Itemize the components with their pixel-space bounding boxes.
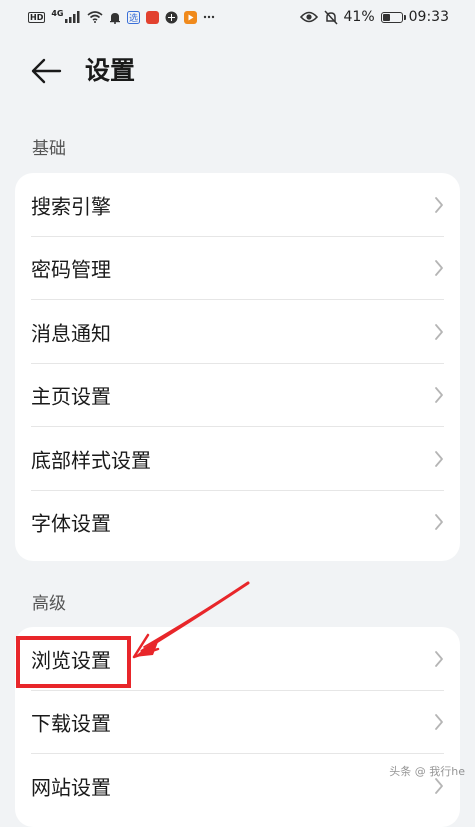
- network-type-label: 4G: [51, 8, 64, 18]
- watermark: 头条 @ 我行he: [389, 765, 465, 778]
- section-label-basic: 基础: [32, 139, 66, 159]
- status-bar: HD 4G 选 41% 09:33: [0, 0, 475, 34]
- chevron-right-icon: [435, 387, 443, 404]
- settings-item-label: 下载设置: [31, 711, 111, 736]
- settings-item-label: 消息通知: [31, 321, 111, 346]
- chevron-right-icon: [435, 323, 443, 340]
- settings-item-download[interactable]: 下载设置: [15, 691, 460, 754]
- mute-bell-icon: [323, 9, 338, 25]
- hd-icon: HD: [28, 11, 46, 23]
- section-label-advanced: 高级: [32, 594, 66, 614]
- back-arrow-icon: [31, 58, 62, 84]
- chevron-right-icon: [435, 196, 443, 213]
- chevron-right-icon: [435, 714, 443, 731]
- settings-item-label: 搜索引擎: [31, 194, 111, 219]
- wifi-icon: [87, 11, 104, 23]
- signal-icon: [65, 11, 80, 23]
- settings-item-label: 密码管理: [31, 257, 111, 282]
- status-bar-left: HD 4G 选: [28, 8, 215, 26]
- settings-item-bottom-style[interactable]: 底部样式设置: [15, 427, 460, 491]
- settings-item-notifications[interactable]: 消息通知: [15, 300, 460, 364]
- annotation-arrow: [132, 581, 250, 659]
- basic-settings-card: 搜索引擎 密码管理 消息通知 主页设置 底部样式设置 字体设置: [15, 173, 460, 561]
- more-notifications-icon: [204, 15, 215, 19]
- notification-bell-icon: [110, 12, 121, 24]
- app-globe-icon: [165, 11, 178, 23]
- settings-item-password-manager[interactable]: 密码管理: [15, 237, 460, 300]
- settings-item-label: 主页设置: [31, 384, 111, 409]
- status-bar-right: 41% 09:33: [299, 7, 449, 27]
- chevron-right-icon: [435, 260, 443, 277]
- app-notification-icon: 选: [127, 10, 141, 24]
- app-red-icon: [146, 10, 160, 24]
- battery-icon: [380, 11, 406, 23]
- clock: 09:33: [408, 9, 449, 25]
- chevron-right-icon: [435, 650, 443, 667]
- chevron-right-icon: [435, 450, 443, 467]
- page-title: 设置: [85, 56, 136, 85]
- app-play-icon: [184, 10, 198, 24]
- settings-item-homepage[interactable]: 主页设置: [15, 364, 460, 427]
- settings-item-search-engine[interactable]: 搜索引擎: [15, 173, 460, 237]
- settings-item-label: 字体设置: [31, 511, 111, 536]
- chevron-right-icon: [435, 514, 443, 531]
- back-button[interactable]: [30, 56, 64, 86]
- settings-item-label: 底部样式设置: [31, 448, 151, 473]
- settings-item-label: 网站设置: [31, 775, 111, 800]
- annotation-highlight-box: [16, 636, 131, 688]
- chevron-right-icon: [435, 777, 443, 794]
- battery-level: [382, 13, 390, 21]
- title-bar: 设置: [0, 46, 475, 96]
- eye-icon: [299, 11, 318, 23]
- svg-text:选: 选: [129, 12, 138, 24]
- settings-item-font[interactable]: 字体设置: [15, 491, 460, 555]
- battery-percent: 41%: [343, 9, 375, 25]
